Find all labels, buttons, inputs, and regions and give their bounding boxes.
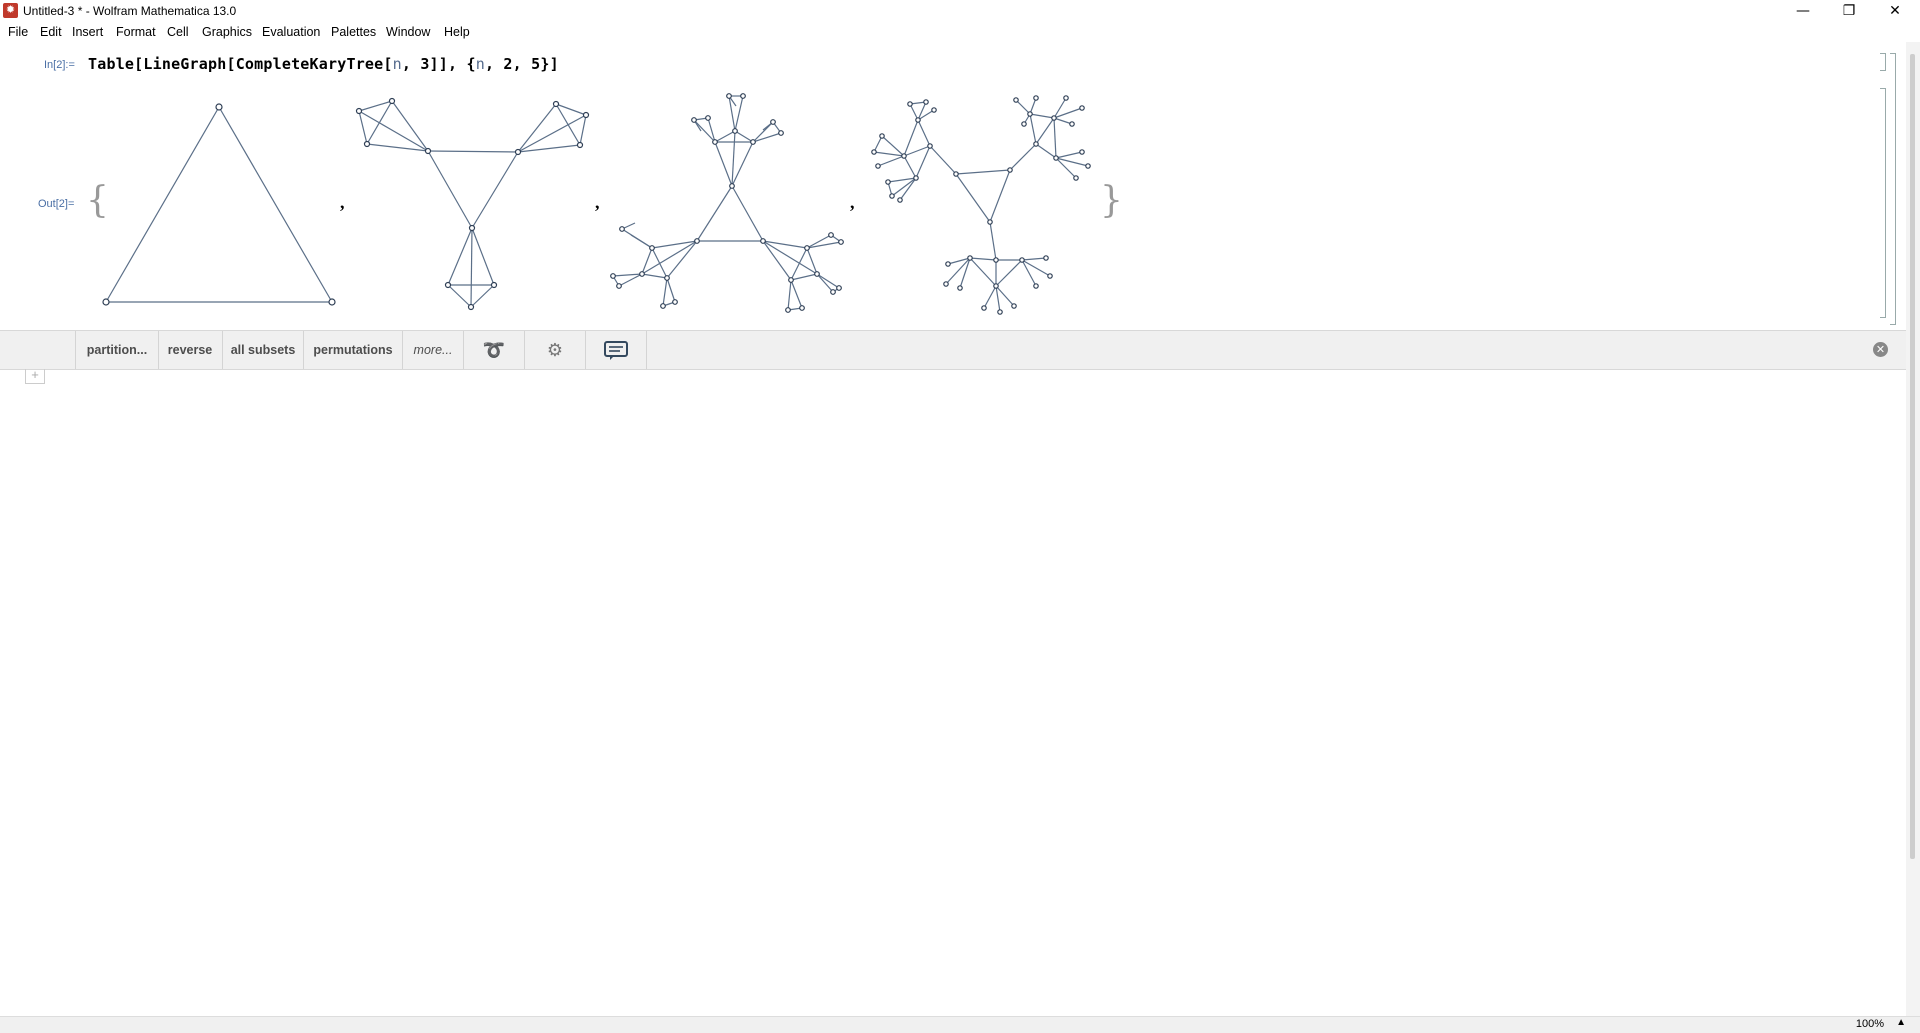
code-segment: , 2, 5}] [484, 55, 559, 73]
suggestions-bar: partition... reverse all subsets permuta… [0, 330, 1906, 370]
output-separator: , [595, 192, 600, 212]
suggestion-more-button[interactable]: more... [403, 331, 464, 369]
line-graph-2[interactable] [350, 92, 595, 314]
menu-format[interactable]: Format [116, 25, 156, 39]
group-cell-bracket[interactable] [1890, 53, 1896, 325]
line-graph-4[interactable] [860, 90, 1105, 320]
close-icon[interactable]: ✕ [1872, 0, 1918, 22]
code-segment: , 3]], { [401, 55, 476, 73]
menu-insert[interactable]: Insert [72, 25, 103, 39]
code-variable: n [392, 55, 402, 73]
output-separator: , [850, 192, 855, 212]
line-graph-1[interactable] [98, 98, 340, 308]
menu-bar: File Edit Insert Format Cell Graphics Ev… [0, 22, 1920, 42]
status-bar: 100% ▲ [0, 1016, 1920, 1033]
line-graph-3[interactable] [605, 88, 850, 320]
zoom-menu-icon[interactable]: ▲ [1896, 1017, 1906, 1028]
input-code[interactable]: Table[LineGraph[CompleteKaryTree[n, 3]],… [88, 55, 559, 73]
input-cell-bracket[interactable] [1880, 53, 1886, 71]
gear-icon[interactable]: ⚙ [525, 331, 586, 369]
maximize-icon[interactable]: ❐ [1826, 0, 1872, 22]
menu-file[interactable]: File [8, 25, 28, 39]
menu-graphics[interactable]: Graphics [202, 25, 252, 39]
window-title: Untitled-3 * - Wolfram Mathematica 13.0 [23, 4, 237, 18]
scrollbar-thumb[interactable] [1910, 54, 1915, 859]
menu-cell[interactable]: Cell [167, 25, 189, 39]
menu-edit[interactable]: Edit [40, 25, 62, 39]
chat-feedback-icon[interactable] [586, 331, 647, 369]
zoom-level[interactable]: 100% [1856, 1018, 1884, 1030]
menu-evaluation[interactable]: Evaluation [262, 25, 320, 39]
mathematica-logo-icon: ✹ [3, 3, 18, 18]
output-separator: , [340, 192, 345, 212]
vertical-scrollbar[interactable] [1906, 42, 1920, 1016]
suggestion-partition-button[interactable]: partition... [75, 331, 159, 369]
close-circle-icon[interactable]: ✕ [1873, 342, 1888, 357]
suggestion-all-subsets-button[interactable]: all subsets [223, 331, 304, 369]
iterate-icon[interactable]: ➰ [464, 331, 525, 369]
output-cell-bracket[interactable] [1880, 88, 1886, 318]
menu-help[interactable]: Help [444, 25, 470, 39]
input-label: In[2]:= [44, 59, 75, 71]
menu-window[interactable]: Window [386, 25, 430, 39]
title-bar: ✹ Untitled-3 * - Wolfram Mathematica 13.… [0, 0, 1920, 22]
minimize-icon[interactable]: — [1780, 0, 1826, 22]
suggestion-permutations-button[interactable]: permutations [304, 331, 403, 369]
suggestion-reverse-button[interactable]: reverse [158, 331, 223, 369]
code-variable: n [475, 55, 485, 73]
add-cell-button[interactable]: + [25, 368, 45, 384]
output-label: Out[2]= [38, 198, 75, 210]
code-segment: Table[LineGraph[CompleteKaryTree[ [88, 55, 393, 73]
menu-palettes[interactable]: Palettes [331, 25, 376, 39]
